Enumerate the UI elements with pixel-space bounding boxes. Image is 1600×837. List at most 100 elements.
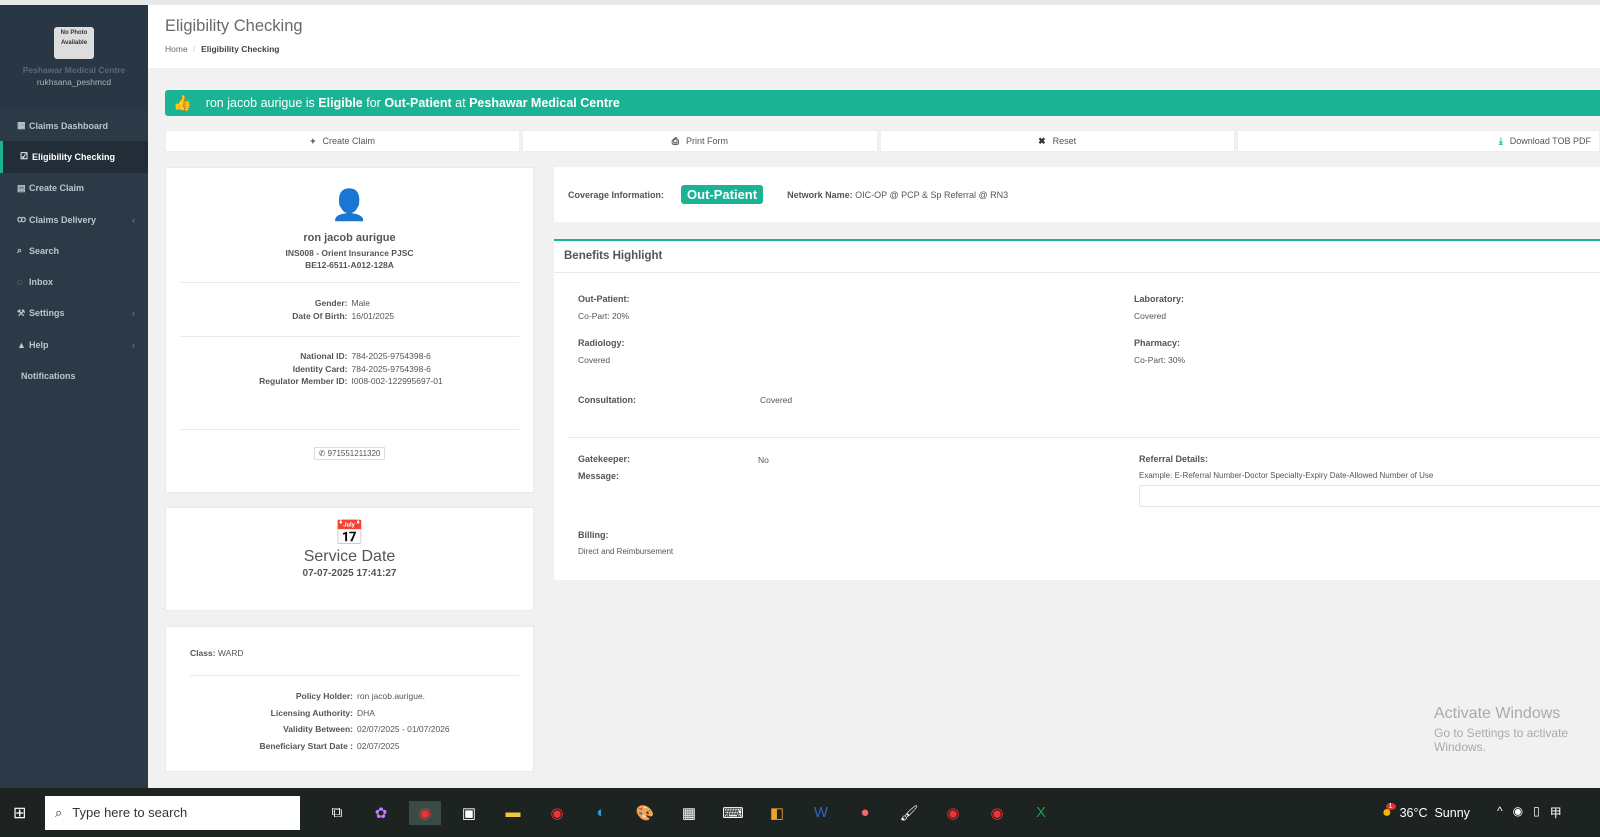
calculator-icon[interactable]: ▦ xyxy=(673,801,705,825)
referral-input[interactable] xyxy=(1139,485,1600,507)
start-date-value: 02/07/2025 xyxy=(357,740,400,751)
pharmacy-value: Co-Part: 30% xyxy=(1134,355,1186,365)
profile: No Photo Available Peshawar Medical Cent… xyxy=(0,5,148,110)
page-title: Eligibility Checking xyxy=(165,17,303,35)
chevron-up-icon[interactable]: ^ xyxy=(1497,804,1503,821)
class-label: Class: xyxy=(190,648,216,658)
download-tob-button[interactable]: ⤓ Download TOB PDF xyxy=(1236,130,1600,152)
sidebar-item-help[interactable]: ▲ Help ‹ xyxy=(0,329,148,360)
banner-name: ron jacob aurigue xyxy=(205,96,303,110)
wrench-icon: ⚒ xyxy=(17,307,26,318)
list-alt-icon: ▤ xyxy=(17,182,26,193)
label: Eligibility Checking xyxy=(32,151,116,162)
sidebar-item-settings[interactable]: ⚒ Settings ‹ xyxy=(0,298,148,329)
insurer: INS008 - Orient Insurance PJSC xyxy=(285,248,414,258)
authority-label: Licensing Authority: xyxy=(270,707,353,718)
identity-card-label: Identity Card: xyxy=(292,363,348,374)
chevron-left-icon: ‹ xyxy=(132,339,135,350)
battery-icon[interactable]: ▯ xyxy=(1533,804,1540,821)
breadcrumb-home[interactable]: Home xyxy=(165,44,188,54)
chrome-icon[interactable]: ◉ xyxy=(981,801,1013,825)
demographics: Gender: Male Date Of Birth: 16/01/2025 xyxy=(166,297,533,322)
policy-holder-value: ron jacob.aurigue. xyxy=(357,691,426,701)
message-label: Message: xyxy=(578,471,620,481)
label: Create Claim xyxy=(322,136,376,146)
word-icon[interactable]: W xyxy=(805,801,837,825)
chevron-left-icon: ‹ xyxy=(132,214,135,225)
validity-label: Validity Between: xyxy=(283,724,353,734)
sidebar-item-claims-dashboard[interactable]: ▦ Claims Dashboard xyxy=(0,110,148,141)
app-icon[interactable]: ▣ xyxy=(453,801,485,825)
billing-label: Billing: xyxy=(578,530,609,540)
paint-icon[interactable]: 🎨 xyxy=(629,801,661,825)
radiology-value: Covered xyxy=(578,355,611,365)
task-view-icon[interactable]: ⧉ xyxy=(321,801,353,825)
taskbar-search[interactable]: ⌕ Type here to search xyxy=(45,795,300,830)
out-patient-label: Out-Patient: xyxy=(578,294,630,304)
warning-icon: ▲ xyxy=(17,339,26,350)
coverage-label: Coverage Information: xyxy=(568,189,665,200)
label: Inbox xyxy=(29,277,53,288)
temperature: 36°C xyxy=(1399,805,1428,820)
scanner-icon[interactable]: ⌨ xyxy=(717,801,749,825)
watermark-line2: Go to Settings to activate Windows. xyxy=(1434,726,1569,754)
weather-widget[interactable]: ● 1 36°C Sunny xyxy=(1382,803,1470,822)
paint-brush-icon[interactable]: 🖌 xyxy=(893,801,925,825)
check-square-icon: ☑ xyxy=(20,151,29,162)
copilot-icon[interactable]: ✿ xyxy=(365,801,397,825)
member-name: ron jacob aurigue xyxy=(303,232,396,244)
sidebar-item-inbox[interactable]: ◌ Inbox xyxy=(0,266,148,297)
create-claim-button[interactable]: + Create Claim xyxy=(165,130,521,152)
action-bar: + Create Claim ⎙ Print Form ✖ Reset ⤓ Downlo… xyxy=(165,130,1600,152)
phone-number: 971551211320 xyxy=(327,448,381,458)
sidebar-item-create-claim[interactable]: ▤ Create Claim xyxy=(0,173,148,204)
avatar: No Photo Available xyxy=(54,27,94,59)
billing-value: Direct and Reimbursement xyxy=(578,547,674,556)
edge-icon[interactable]: ◐ xyxy=(585,801,617,825)
windows-start-icon[interactable]: ⊞ xyxy=(13,803,26,823)
authority-value: DHA xyxy=(357,707,375,718)
chrome-icon[interactable]: ◉ xyxy=(541,801,573,825)
identity-card-value: 784-2025-9754398-6 xyxy=(351,363,431,374)
system-tray: ^ ◉ ▯ 甲 xyxy=(1497,804,1562,821)
page-header: Eligibility Checking Home / Eligibility Ch… xyxy=(148,5,1600,68)
gender-label: Gender: xyxy=(314,298,348,308)
firefox-icon[interactable]: ● xyxy=(849,801,881,825)
label: Reset xyxy=(1052,136,1077,146)
sidebar-item-notifications[interactable]: Notifications xyxy=(0,360,148,391)
start-date-label: Beneficiary Start Date : xyxy=(259,740,353,751)
label: Notifications xyxy=(21,371,76,382)
print-form-button[interactable]: ⎙ Print Form xyxy=(522,130,878,152)
benefits-panel: Benefits Highlight Out-Patient: Co-Part:… xyxy=(554,239,1600,580)
sidebar-item-claims-delivery[interactable]: ꝏ Claims Delivery ‹ xyxy=(0,204,148,235)
user-md-icon: 👤 xyxy=(330,189,369,222)
sidebar-item-search[interactable]: ⌕ Search xyxy=(0,235,148,266)
activate-windows-watermark: Activate Windows Go to Settings to activa… xyxy=(1434,705,1600,754)
national-id-value: 784-2025-9754398-6 xyxy=(351,351,431,361)
thumbs-up-icon: 👍 xyxy=(173,95,192,112)
label: Download TOB PDF xyxy=(1509,136,1591,146)
sidebar-item-eligibility-checking[interactable]: ☑ Eligibility Checking xyxy=(0,141,148,173)
file-explorer-icon[interactable]: ▬ xyxy=(497,801,529,825)
banner-status: Eligible xyxy=(318,96,363,110)
banner-text: is xyxy=(305,96,315,110)
search-placeholder: Type here to search xyxy=(72,805,188,820)
policy-holder-label: Policy Holder: xyxy=(295,691,353,701)
ids: National ID: 784-2025-9754398-6 Identity … xyxy=(166,350,533,388)
label: Help xyxy=(29,339,49,350)
banner-type: Out-Patient xyxy=(384,96,452,110)
chrome-icon[interactable]: ◉ xyxy=(409,800,441,825)
reset-button[interactable]: ✖ Reset xyxy=(879,130,1235,152)
outlook-icon[interactable]: ◧ xyxy=(761,801,793,825)
dob-value: 16/01/2025 xyxy=(351,310,395,321)
breadcrumb-current: Eligibility Checking xyxy=(201,44,280,54)
th-large-icon: ▦ xyxy=(17,120,26,131)
record-icon[interactable]: ◉ xyxy=(1513,804,1523,821)
pharmacy-label: Pharmacy: xyxy=(1134,338,1181,348)
label: Claims Delivery xyxy=(29,214,97,225)
class-value: WARD xyxy=(217,648,244,658)
network-icon[interactable]: 甲 xyxy=(1550,804,1562,821)
excel-icon[interactable]: X xyxy=(1025,801,1057,825)
phone-icon: ✆ xyxy=(318,448,328,458)
chrome-icon[interactable]: ◉ xyxy=(937,801,969,825)
